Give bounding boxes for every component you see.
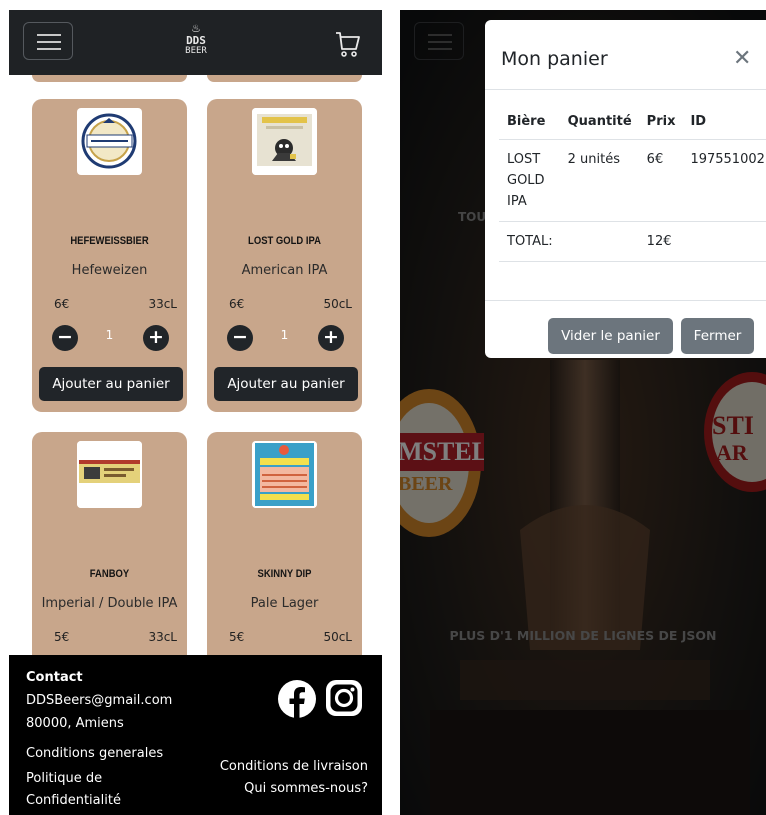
total-row: TOTAL: 12€ bbox=[499, 221, 766, 262]
cell-beer: LOST GOLD IPA bbox=[499, 139, 560, 222]
product-name: FANBOY bbox=[89, 568, 130, 580]
total-label: TOTAL: bbox=[499, 221, 560, 262]
shop-screen: ♨ DDS BEER HEFEWEISSBIER Hefeweizen 6€ 3… bbox=[9, 10, 382, 815]
cell-quantity: 2 unités bbox=[559, 139, 639, 222]
cart-modal: Mon panier ✕ Bière Quantité Prix ID LOST… bbox=[485, 20, 766, 358]
product-card: FANBOY Imperial / Double IPA 5€ 33cL bbox=[32, 432, 187, 655]
hamburger-icon bbox=[37, 34, 61, 50]
product-style: American IPA bbox=[241, 263, 328, 278]
product-card: SKINNY DIP Pale Lager 5€ 50cL bbox=[207, 432, 362, 655]
add-to-cart-button[interactable]: Ajouter au panier bbox=[214, 367, 358, 401]
product-image bbox=[252, 441, 317, 508]
modal-header: Mon panier ✕ bbox=[485, 20, 766, 90]
table-row: LOST GOLD IPA 2 unités 6€ 197551002 bbox=[499, 139, 766, 222]
product-card: LOST GOLD IPA American IPA 6€ 50cL − 1 +… bbox=[207, 99, 362, 412]
product-price: 5€ bbox=[54, 630, 70, 644]
menu-toggle-button[interactable] bbox=[23, 22, 73, 60]
footer: Contact DDSBeers@gmail.com 80000, Amiens… bbox=[9, 655, 382, 815]
modal-title: Mon panier bbox=[501, 48, 608, 70]
footer-contact-title: Contact bbox=[26, 670, 83, 685]
product-name: SKINNY DIP bbox=[257, 568, 312, 580]
logo-text: DDS bbox=[186, 34, 206, 47]
product-card-partial bbox=[207, 75, 362, 82]
product-style: Imperial / Double IPA bbox=[41, 596, 178, 611]
product-image bbox=[77, 108, 142, 175]
instagram-icon[interactable] bbox=[325, 679, 363, 717]
delivery-terms-link[interactable]: Conditions de livraison bbox=[220, 759, 368, 774]
terms-link[interactable]: Conditions generales bbox=[26, 746, 163, 761]
modal-body: Bière Quantité Prix ID LOST GOLD IPA 2 u… bbox=[499, 106, 766, 262]
empty-cart-button[interactable]: Vider le panier bbox=[548, 318, 673, 354]
cell-id: 197551002 bbox=[682, 139, 766, 222]
product-volume: 33cL bbox=[148, 297, 177, 311]
product-card-partial bbox=[32, 75, 187, 82]
total-empty-cell bbox=[559, 221, 639, 262]
cell-price: 6€ bbox=[638, 139, 683, 222]
footer-email[interactable]: DDSBeers@gmail.com bbox=[26, 693, 172, 708]
product-price: 5€ bbox=[229, 630, 245, 644]
logo-subtext: BEER bbox=[185, 46, 207, 56]
cart-icon[interactable] bbox=[335, 30, 361, 58]
about-us-link[interactable]: Qui sommes-nous? bbox=[244, 781, 368, 796]
navbar: ♨ DDS BEER bbox=[9, 10, 382, 75]
product-price: 6€ bbox=[54, 297, 70, 311]
total-value: 12€ bbox=[638, 221, 683, 262]
close-icon[interactable]: ✕ bbox=[733, 46, 751, 71]
column-header-quantity: Quantité bbox=[559, 106, 639, 140]
product-volume: 50cL bbox=[323, 297, 352, 311]
product-name: LOST GOLD IPA bbox=[248, 235, 321, 247]
product-card: HEFEWEISSBIER Hefeweizen 6€ 33cL − 1 + A… bbox=[32, 99, 187, 412]
cart-modal-screen: MSTEL BEER STI AR TOU PLUS D'1 MILLION D… bbox=[400, 10, 766, 815]
column-header-beer: Bière bbox=[499, 106, 560, 140]
logo[interactable]: ♨ DDS BEER bbox=[181, 23, 211, 56]
product-style: Hefeweizen bbox=[71, 263, 148, 278]
product-volume: 33cL bbox=[148, 630, 177, 644]
close-modal-button[interactable]: Fermer bbox=[681, 318, 754, 354]
cart-table: Bière Quantité Prix ID LOST GOLD IPA 2 u… bbox=[499, 106, 766, 262]
modal-footer: Vider le panier Fermer bbox=[485, 300, 766, 358]
product-price: 6€ bbox=[229, 297, 245, 311]
increase-quantity-button[interactable]: + bbox=[143, 325, 169, 351]
privacy-link[interactable]: Politique de Confidentialité bbox=[26, 768, 166, 812]
product-volume: 50cL bbox=[323, 630, 352, 644]
footer-address: 80000, Amiens bbox=[26, 716, 124, 731]
add-to-cart-button[interactable]: Ajouter au panier bbox=[39, 367, 183, 401]
product-style: Pale Lager bbox=[250, 596, 319, 611]
product-image bbox=[252, 108, 317, 175]
product-image bbox=[77, 441, 142, 508]
product-grid: HEFEWEISSBIER Hefeweizen 6€ 33cL − 1 + A… bbox=[9, 75, 382, 655]
column-header-price: Prix bbox=[638, 106, 683, 140]
increase-quantity-button[interactable]: + bbox=[318, 325, 344, 351]
table-header-row: Bière Quantité Prix ID bbox=[499, 106, 766, 140]
facebook-icon[interactable] bbox=[277, 679, 317, 719]
total-empty-cell bbox=[682, 221, 766, 262]
column-header-id: ID bbox=[682, 106, 766, 140]
product-name: HEFEWEISSBIER bbox=[70, 235, 149, 247]
